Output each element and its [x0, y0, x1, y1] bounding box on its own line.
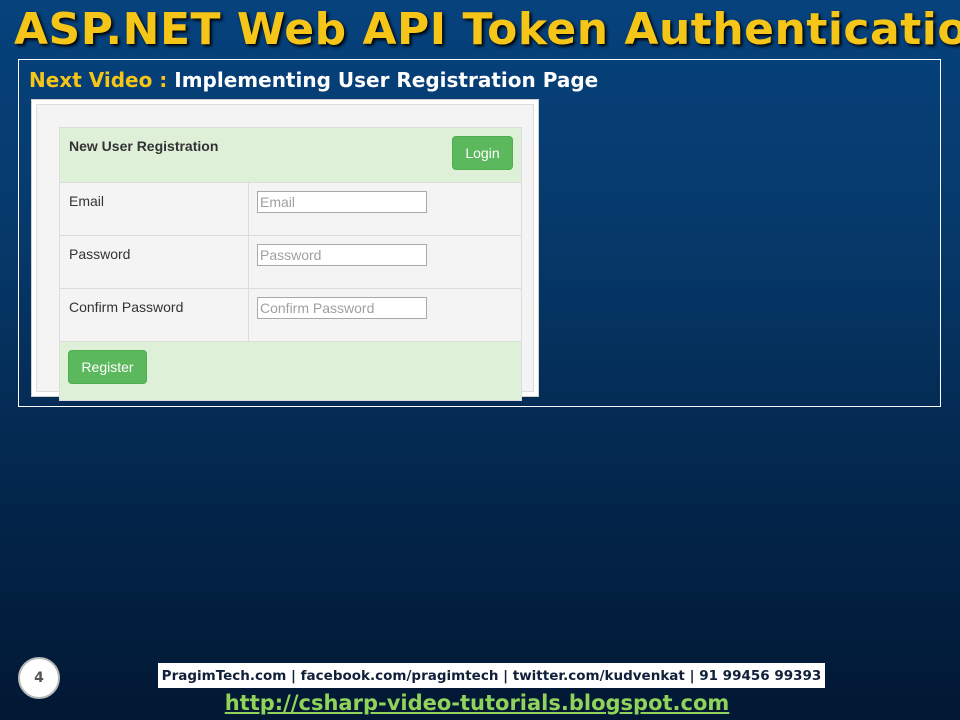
registration-page-canvas: New User Registration Login Email Passwo… — [36, 104, 534, 401]
register-button[interactable]: Register — [68, 350, 147, 384]
confirm-password-row: Confirm Password — [59, 288, 522, 342]
form-header-cell: New User Registration Login — [59, 127, 522, 183]
email-row: Email — [59, 182, 522, 236]
next-video-label: Next Video : — [29, 68, 168, 92]
registration-form: New User Registration Login Email Passwo… — [59, 127, 522, 401]
form-footer-cell: Register — [59, 341, 522, 401]
email-label: Email — [59, 182, 249, 236]
password-label: Password — [59, 235, 249, 289]
blog-url-link[interactable]: http://csharp-video-tutorials.blogspot.c… — [0, 691, 954, 715]
password-cell — [248, 235, 522, 289]
form-heading: New User Registration — [69, 138, 219, 154]
form-footer-row: Register — [59, 341, 522, 401]
content-box: Next Video : Implementing User Registrat… — [18, 59, 941, 407]
contact-bar: PragimTech.com | facebook.com/pragimtech… — [158, 663, 825, 688]
next-video-topic: Implementing User Registration Page — [174, 68, 599, 92]
registration-page-screenshot: New User Registration Login Email Passwo… — [31, 99, 539, 401]
email-input[interactable] — [257, 191, 427, 213]
password-input[interactable] — [257, 244, 427, 266]
confirm-password-label: Confirm Password — [59, 288, 249, 342]
confirm-password-cell — [248, 288, 522, 342]
login-button[interactable]: Login — [452, 136, 513, 170]
password-row: Password — [59, 235, 522, 289]
email-cell — [248, 182, 522, 236]
form-header-row: New User Registration Login — [59, 127, 522, 183]
next-video-line: Next Video : Implementing User Registrat… — [29, 68, 598, 92]
confirm-password-input[interactable] — [257, 297, 427, 319]
slide-title: ASP.NET Web API Token Authentication — [14, 4, 960, 55]
